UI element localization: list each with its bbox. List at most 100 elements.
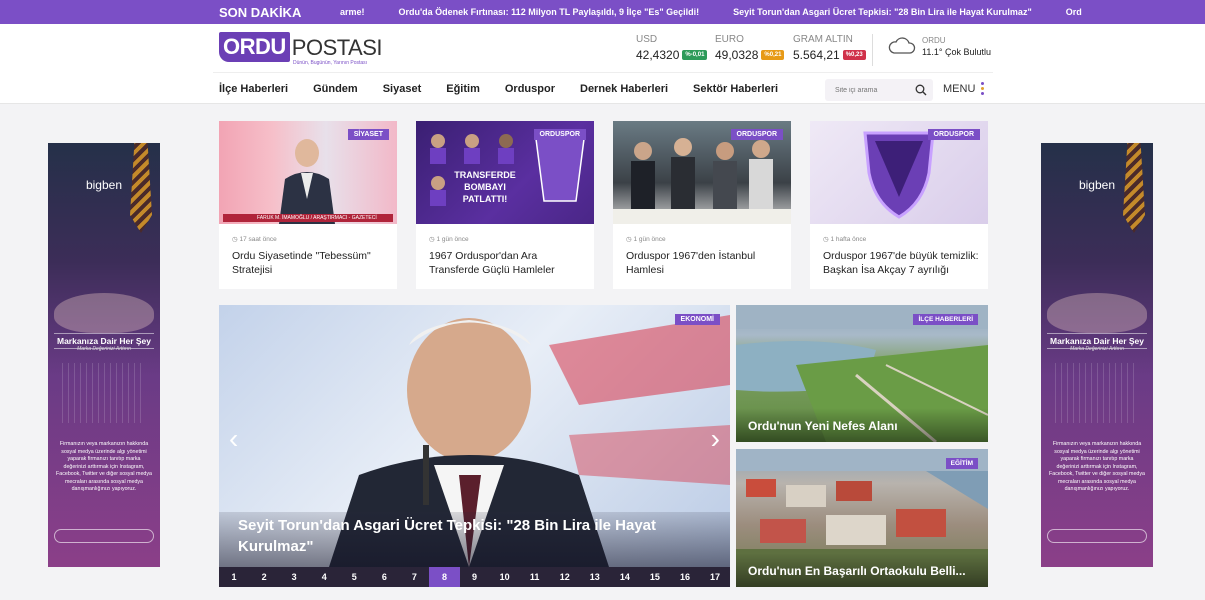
next-arrow-icon[interactable]: › bbox=[711, 423, 720, 455]
market-usd-value: 42,4320 bbox=[636, 48, 680, 62]
slider-pager: 1 2 3 4 5 6 7 8 9 10 11 12 13 14 15 16 1… bbox=[219, 567, 730, 587]
breaking-news-label: SON DAKİKA bbox=[219, 4, 302, 20]
tile-title[interactable]: Ordu'nun Yeni Nefes Alanı bbox=[748, 419, 898, 433]
news-tile[interactable]: EĞİTİM Ordu'nun En Başarılı Ortaokulu Be… bbox=[736, 449, 988, 587]
chart-graphic bbox=[1055, 363, 1139, 423]
search-input[interactable] bbox=[825, 79, 909, 102]
clock-icon: ◷ bbox=[429, 236, 435, 243]
prev-arrow-icon[interactable]: ‹ bbox=[229, 423, 238, 455]
category-badge[interactable]: ORDUSPOR bbox=[730, 129, 783, 140]
news-time: ◷ 1 gün önce bbox=[429, 235, 469, 243]
news-time: ◷ 1 hafta önce bbox=[823, 235, 866, 243]
pager-item-16[interactable]: 16 bbox=[670, 567, 700, 587]
market-gold-label: GRAM ALTIN bbox=[793, 34, 853, 45]
logo-ordu: ORDU bbox=[219, 32, 290, 62]
market-euro-label: EURO bbox=[715, 34, 744, 45]
nav-item-egitim[interactable]: Eğitim bbox=[446, 83, 480, 95]
weather-city: ORDU bbox=[922, 36, 946, 45]
cloud-icon bbox=[888, 37, 916, 54]
menu-dots-icon bbox=[981, 82, 985, 95]
category-badge[interactable]: ORDUSPOR bbox=[927, 129, 980, 140]
main-nav: İlçe Haberleri Gündem Siyaset Eğitim Ord… bbox=[213, 72, 993, 104]
clock-icon: ◷ bbox=[823, 236, 829, 243]
hands-graphic bbox=[54, 293, 154, 333]
news-card-image: FARUK M. İMAMOĞLU / ARAŞTIRMACI - GAZETE… bbox=[219, 121, 397, 224]
pager-item-12[interactable]: 12 bbox=[550, 567, 580, 587]
pager-item-2[interactable]: 2 bbox=[249, 567, 279, 587]
pager-item-14[interactable]: 14 bbox=[610, 567, 640, 587]
ticker-item[interactable]: Seyit Torun'dan Asgari Ücret Tepkisi: "2… bbox=[733, 7, 1032, 17]
right-banner-ad[interactable]: bigben Markanıza Dair Her Şey Marka Değe… bbox=[1041, 143, 1153, 567]
pager-item-17[interactable]: 17 bbox=[700, 567, 730, 587]
nav-item-dernek-haberleri[interactable]: Dernek Haberleri bbox=[580, 83, 668, 95]
clock-icon: ◷ bbox=[232, 236, 238, 243]
category-badge[interactable]: EKONOMİ bbox=[674, 314, 720, 325]
search-box bbox=[825, 79, 933, 102]
pager-item-11[interactable]: 11 bbox=[520, 567, 550, 587]
pager-item-1[interactable]: 1 bbox=[219, 567, 249, 587]
nav-item-siyaset[interactable]: Siyaset bbox=[383, 83, 422, 95]
site-logo[interactable]: ORDU POSTASI Dünün, Bugünün, Yarının Pos… bbox=[219, 32, 383, 68]
category-badge[interactable]: İLÇE HABERLERİ bbox=[913, 314, 978, 325]
nav-item-ilce-haberleri[interactable]: İlçe Haberleri bbox=[219, 83, 288, 95]
news-time: ◷ 17 saat önce bbox=[232, 235, 277, 243]
clock-icon: ◷ bbox=[626, 236, 632, 243]
hands-graphic bbox=[1047, 293, 1147, 333]
tile-title[interactable]: Ordu'nun En Başarılı Ortaokulu Belli... bbox=[748, 564, 966, 578]
category-badge[interactable]: SİYASET bbox=[347, 129, 389, 140]
news-card-title[interactable]: Ordu Siyasetinde "Tebessüm" Stratejisi bbox=[232, 249, 388, 277]
pager-item-7[interactable]: 7 bbox=[399, 567, 429, 587]
weather-widget: ORDU 11.1° Çok Bulutlu bbox=[886, 36, 991, 57]
news-card-image: ORDUSPOR bbox=[810, 121, 988, 224]
market-usd-change: %-0,01 bbox=[682, 50, 708, 60]
breaking-news-ticker: arme! Ordu'da Ödenek Fırtınası: 112 Mily… bbox=[340, 0, 1082, 24]
news-time-text: 1 gün önce bbox=[436, 236, 469, 243]
category-badge[interactable]: ORDUSPOR bbox=[533, 129, 586, 140]
pager-item-15[interactable]: 15 bbox=[640, 567, 670, 587]
breaking-news-bar: SON DAKİKA arme! Ordu'da Ödenek Fırtınas… bbox=[0, 0, 1205, 24]
market-euro-change: %0,21 bbox=[761, 50, 785, 60]
news-card[interactable]: FARUK M. İMAMOĞLU / ARAŞTIRMACI - GAZETE… bbox=[219, 121, 397, 289]
ticker-item[interactable]: Ordu'da Ödenek Fırtınası: 112 Milyon TL … bbox=[399, 7, 700, 17]
pager-item-13[interactable]: 13 bbox=[580, 567, 610, 587]
news-card-image: TRANSFERDE BOMBAYI PATLATTI! ORDUSPOR bbox=[416, 121, 594, 224]
ad-brand: bigben bbox=[1078, 178, 1116, 192]
pager-item-6[interactable]: 6 bbox=[369, 567, 399, 587]
news-time: ◷ 1 gün önce bbox=[626, 235, 666, 243]
site-header: ORDU POSTASI Dünün, Bugünün, Yarının Pos… bbox=[0, 24, 1205, 104]
news-card[interactable]: TRANSFERDE BOMBAYI PATLATTI! ORDUSPOR ◷ … bbox=[416, 121, 594, 289]
person-image bbox=[279, 139, 335, 224]
nav-item-orduspor[interactable]: Orduspor bbox=[505, 83, 555, 95]
left-banner-ad[interactable]: bigben Markanıza Dair Her Şey Marka Değe… bbox=[48, 143, 160, 567]
category-badge[interactable]: EĞİTİM bbox=[945, 458, 978, 469]
news-card-title[interactable]: 1967 Orduspor'dan Ara Transferde Güçlü H… bbox=[429, 249, 585, 277]
pager-item-3[interactable]: 3 bbox=[279, 567, 309, 587]
ticker-item[interactable]: Ord bbox=[1066, 7, 1082, 17]
news-card-title[interactable]: Orduspor 1967'den İstanbul Hamlesi bbox=[626, 249, 782, 277]
headline-slider[interactable]: EKONOMİ Seyit Torun'dan Asgari Ücret Tep… bbox=[219, 305, 730, 587]
pager-item-8[interactable]: 8 bbox=[429, 567, 460, 587]
pager-item-4[interactable]: 4 bbox=[309, 567, 339, 587]
pager-item-10[interactable]: 10 bbox=[490, 567, 520, 587]
news-card[interactable]: ORDUSPOR ◷ 1 gün önce Orduspor 1967'den … bbox=[613, 121, 791, 289]
pager-item-9[interactable]: 9 bbox=[460, 567, 490, 587]
logo-postasi: POSTASI bbox=[291, 35, 383, 60]
news-card[interactable]: ORDUSPOR ◷ 1 hafta önce Orduspor 1967'de… bbox=[810, 121, 988, 289]
slider-title[interactable]: Seyit Torun'dan Asgari Ücret Tepkisi: "2… bbox=[238, 515, 678, 557]
club-shield-image bbox=[863, 131, 935, 219]
weather-temp: 11.1° Çok Bulutlu bbox=[922, 47, 991, 57]
market-gold-change: %0,23 bbox=[842, 50, 866, 60]
news-time-text: 1 gün önce bbox=[633, 236, 666, 243]
search-icon[interactable] bbox=[915, 84, 927, 96]
news-card-overlay-text: TRANSFERDE BOMBAYI PATLATTI! bbox=[454, 170, 516, 204]
pager-item-5[interactable]: 5 bbox=[339, 567, 369, 587]
menu-button[interactable]: MENU bbox=[943, 82, 985, 95]
market-usd: USD 42,4320 %-0,01 bbox=[636, 34, 708, 62]
ad-contact-bar bbox=[1047, 529, 1147, 543]
news-card-title[interactable]: Orduspor 1967'de büyük temizlik: Başkan … bbox=[823, 249, 979, 277]
news-tile[interactable]: İLÇE HABERLERİ Ordu'nun Yeni Nefes Alanı bbox=[736, 305, 988, 442]
ticker-item[interactable]: arme! bbox=[340, 7, 365, 17]
weather-divider bbox=[872, 34, 873, 66]
nav-item-sektor-haberleri[interactable]: Sektör Haberleri bbox=[693, 83, 778, 95]
nav-item-gundem[interactable]: Gündem bbox=[313, 83, 358, 95]
